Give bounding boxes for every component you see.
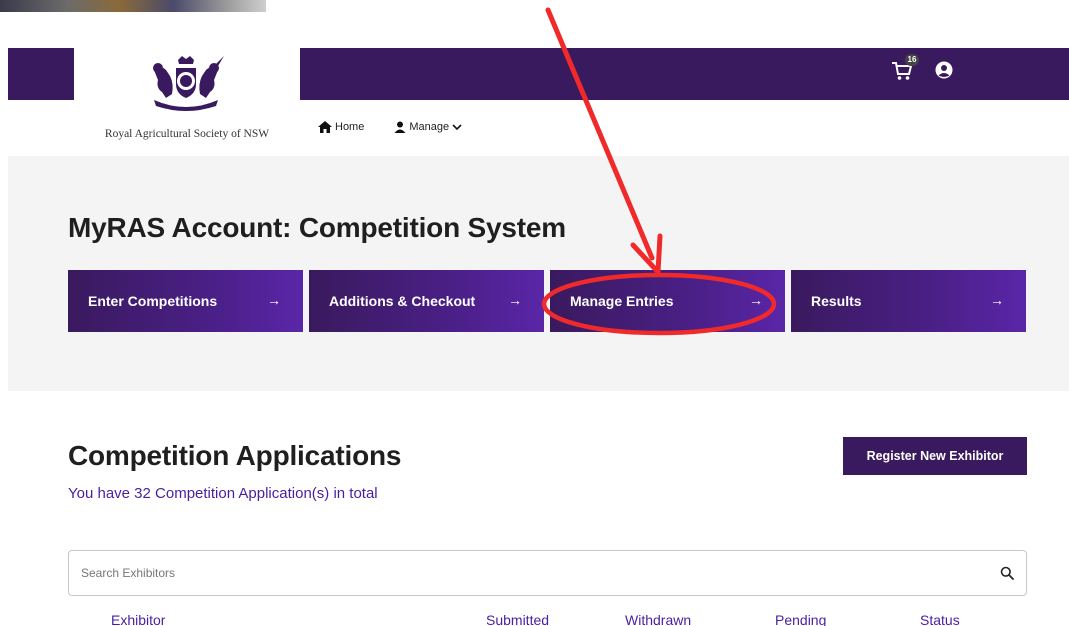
additions-checkout-button[interactable]: Additions & Checkout → [309, 270, 544, 332]
page: Royal Agricultural Society of NSW 16 Hom… [0, 0, 1069, 626]
tile-label: Results [811, 293, 862, 309]
column-header-status[interactable]: Status [920, 612, 960, 626]
column-header-submitted[interactable]: Submitted [486, 612, 549, 626]
column-header-exhibitor[interactable]: Exhibitor [111, 612, 165, 626]
logo-area[interactable]: Royal Agricultural Society of NSW [74, 48, 300, 156]
nav-home[interactable]: Home [318, 121, 364, 133]
arrow-right-icon: → [990, 292, 1004, 308]
page-title: MyRAS Account: Competition System [68, 212, 566, 243]
arrow-right-icon: → [508, 292, 522, 308]
chevron-down-icon [452, 124, 462, 131]
results-button[interactable]: Results → [791, 270, 1026, 332]
user-icon [394, 121, 406, 133]
column-header-pending[interactable]: Pending [775, 612, 826, 626]
nav-home-label: Home [335, 121, 365, 133]
arrow-right-icon: → [749, 292, 763, 308]
home-icon [318, 121, 332, 133]
table-header-row: Exhibitor Submitted Withdrawn Pending St… [0, 612, 1069, 626]
background-photo-strip [0, 0, 266, 12]
search-icon[interactable] [1000, 566, 1014, 580]
hero-section: MyRAS Account: Competition System Enter … [8, 156, 1069, 391]
nav-manage-label: Manage [409, 121, 450, 133]
coat-of-arms-logo [153, 56, 224, 111]
section-title: Competition Applications [68, 440, 402, 471]
nav-manage-dropdown[interactable]: Manage [394, 121, 462, 133]
cart-count-badge: 16 [905, 54, 919, 66]
quick-action-tiles: Enter Competitions → Additions & Checkou… [68, 270, 1026, 332]
register-new-exhibitor-button[interactable]: Register New Exhibitor [843, 437, 1027, 475]
organization-name: Royal Agricultural Society of NSW [104, 128, 270, 140]
user-account-icon[interactable] [935, 61, 953, 79]
search-input[interactable] [81, 563, 961, 583]
main-nav: Home Manage [318, 118, 462, 136]
applications-count: You have 32 Competition Application(s) i… [68, 485, 378, 502]
manage-entries-button[interactable]: Manage Entries → [550, 270, 785, 332]
arrow-right-icon: → [267, 292, 281, 308]
search-box [68, 550, 1027, 596]
tile-label: Additions & Checkout [329, 293, 476, 309]
tile-label: Enter Competitions [88, 293, 218, 309]
tile-label: Manage Entries [570, 293, 674, 309]
column-header-withdrawn[interactable]: Withdrawn [625, 612, 691, 626]
enter-competitions-button[interactable]: Enter Competitions → [68, 270, 303, 332]
